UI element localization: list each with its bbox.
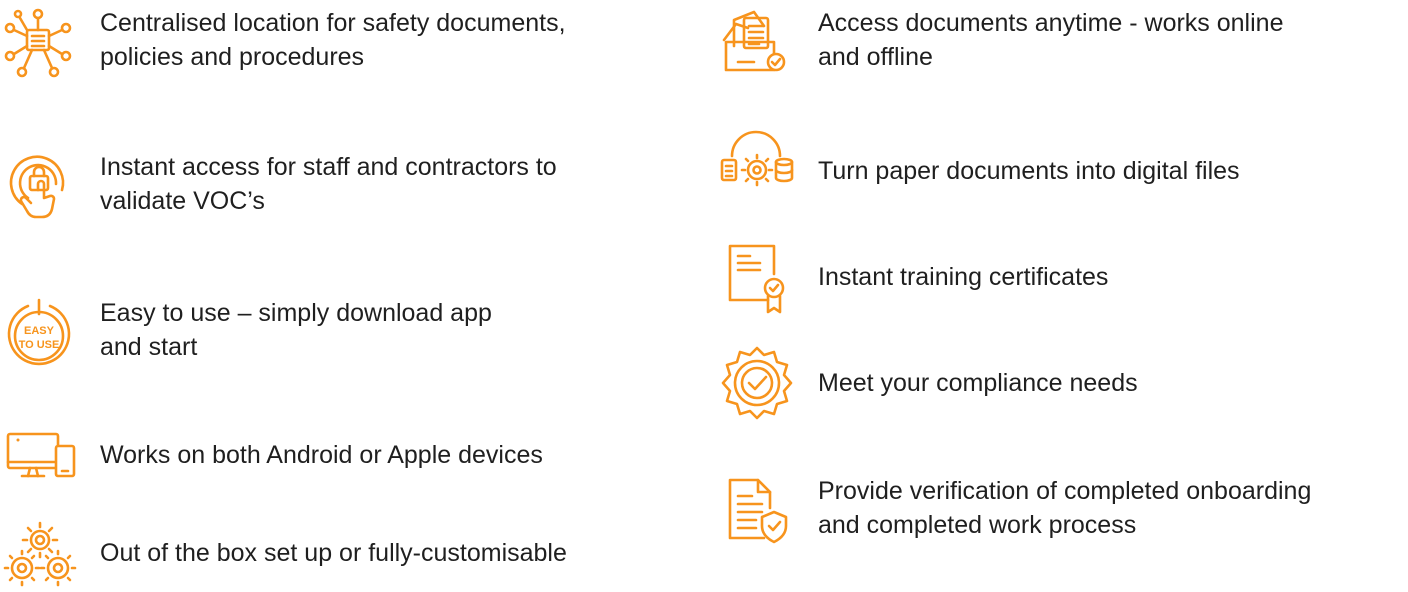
feature-text: Out of the box set up or fully-customisa… — [100, 539, 567, 567]
feature-text: Provide verification of completed onboar… — [818, 477, 1312, 539]
devices-icon — [0, 416, 78, 494]
feature-verification: Provide verification of completed onboar… — [718, 474, 1311, 552]
digitise-icon — [718, 130, 796, 210]
feature-centralised-location: Centralised location for safety document… — [0, 6, 566, 84]
network-hub-icon — [0, 6, 78, 84]
compliance-badge-icon — [718, 344, 796, 422]
touch-access-icon — [0, 150, 78, 228]
svg-text:TO USE: TO USE — [19, 339, 60, 351]
feature-access-anytime: Access documents anytime - works online … — [718, 6, 1283, 84]
document-folder-icon — [718, 6, 796, 84]
feature-text: Meet your compliance needs — [818, 369, 1138, 397]
feature-easy-to-use: EASY TO USE Easy to use – simply downloa… — [0, 296, 492, 374]
feature-instant-access: Instant access for staff and contractors… — [0, 150, 557, 228]
feature-compliance: Meet your compliance needs — [718, 344, 1138, 422]
feature-certificates: Instant training certificates — [718, 238, 1108, 316]
feature-text: Instant training certificates — [818, 263, 1109, 291]
feature-text: Turn paper documents into digital files — [818, 157, 1240, 185]
easy-to-use-icon: EASY TO USE — [0, 296, 78, 374]
svg-text:EASY: EASY — [24, 325, 55, 337]
feature-digitise: Turn paper documents into digital files — [718, 130, 1240, 210]
feature-devices: Works on both Android or Apple devices — [0, 416, 543, 494]
verified-document-icon — [718, 474, 796, 552]
feature-text: Access documents anytime - works online … — [818, 9, 1284, 71]
feature-text: Works on both Android or Apple devices — [100, 441, 543, 469]
feature-text: Easy to use – simply download app and st… — [100, 299, 492, 361]
feature-text: Centralised location for safety document… — [100, 9, 566, 71]
gears-icon — [0, 514, 78, 592]
feature-text: Instant access for staff and contractors… — [100, 153, 557, 215]
certificate-icon — [718, 238, 796, 316]
feature-setup: Out of the box set up or fully-customisa… — [0, 514, 567, 592]
